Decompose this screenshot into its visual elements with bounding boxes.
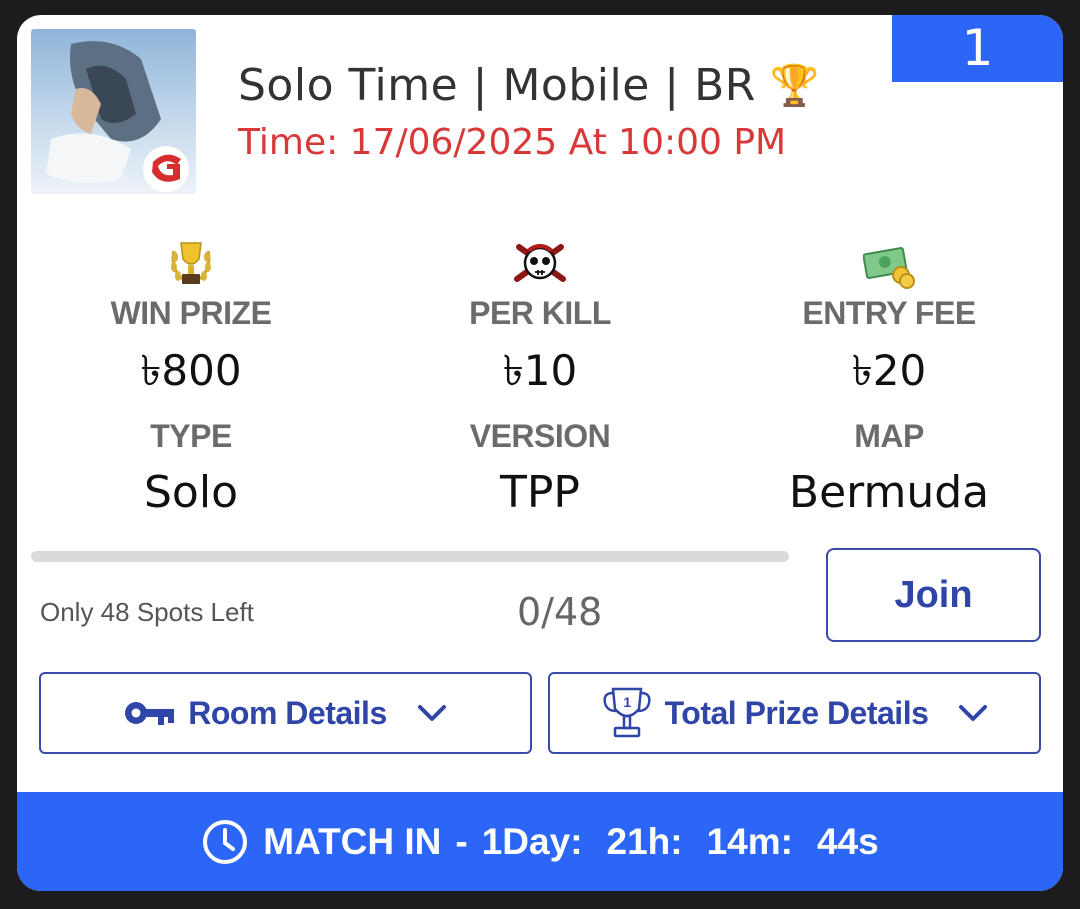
type-label: TYPE xyxy=(150,418,232,454)
total-prize-details-label: Total Prize Details xyxy=(664,694,929,731)
trophy-cup-icon: 1 xyxy=(603,687,651,738)
version-label: VERSION xyxy=(469,418,611,454)
match-title: Solo Time | Mobile | BR 🏆 xyxy=(238,60,820,111)
countdown-hours: 21h: xyxy=(606,820,683,862)
per-kill-label: PER KILL xyxy=(469,295,611,331)
match-number-badge: 1 xyxy=(892,15,1063,82)
countdown-minutes: 14m: xyxy=(706,820,793,862)
room-details-button[interactable]: Room Details xyxy=(39,672,532,754)
type-info: TYPE Solo xyxy=(31,418,351,518)
per-kill-value: ৳10 xyxy=(502,346,578,395)
map-value: Bermuda xyxy=(788,467,990,518)
key-icon xyxy=(125,702,175,725)
entry-fee-value: ৳20 xyxy=(851,346,927,395)
clock-icon xyxy=(203,819,248,864)
map-label: MAP xyxy=(854,418,924,454)
room-details-label: Room Details xyxy=(188,694,387,731)
join-button[interactable]: Join xyxy=(826,548,1041,642)
match-title-text: Solo Time | Mobile | BR xyxy=(238,60,756,111)
spots-left-text: Only 48 Spots Left xyxy=(40,597,254,627)
trophy-laurel-icon xyxy=(171,242,211,284)
match-in-label: MATCH IN xyxy=(263,820,442,862)
total-prize-details-button[interactable]: 1 Total Prize Details xyxy=(548,672,1041,754)
money-icon xyxy=(863,247,915,289)
svg-text:1: 1 xyxy=(623,694,631,710)
win-prize-label: WIN PRIZE xyxy=(110,295,272,331)
chevron-down-icon xyxy=(417,703,447,723)
countdown-seconds: 44s xyxy=(816,820,879,862)
per-kill-stat: PER KILL ৳10 xyxy=(380,239,700,409)
spots-count: 0/48 xyxy=(517,590,603,634)
entry-fee-stat: ENTRY FEE ৳20 xyxy=(729,239,1049,409)
map-info: MAP Bermuda xyxy=(729,418,1049,518)
entry-fee-label: ENTRY FEE xyxy=(802,295,976,331)
match-countdown-bar: MATCH IN - 1Day: 21h: 14m: 44s xyxy=(17,792,1063,891)
win-prize-stat: WIN PRIZE ৳800 xyxy=(31,239,351,409)
type-value: Solo xyxy=(144,467,238,518)
skull-icon xyxy=(514,244,566,282)
spots-progress-bar xyxy=(31,551,789,562)
win-prize-value: ৳800 xyxy=(140,346,242,395)
chevron-down-icon xyxy=(958,703,988,723)
trophy-icon: 🏆 xyxy=(769,62,821,109)
match-card: 1 Solo Time | Mobile | BR 🏆 Time: 17/06/… xyxy=(17,15,1063,891)
game-thumbnail xyxy=(31,29,196,194)
version-value: TPP xyxy=(500,467,580,518)
match-time: Time: 17/06/2025 At 10:00 PM xyxy=(238,122,787,163)
version-info: VERSION TPP xyxy=(380,418,700,518)
countdown-separator: - xyxy=(455,820,468,862)
countdown-days: 1Day: xyxy=(481,820,583,862)
